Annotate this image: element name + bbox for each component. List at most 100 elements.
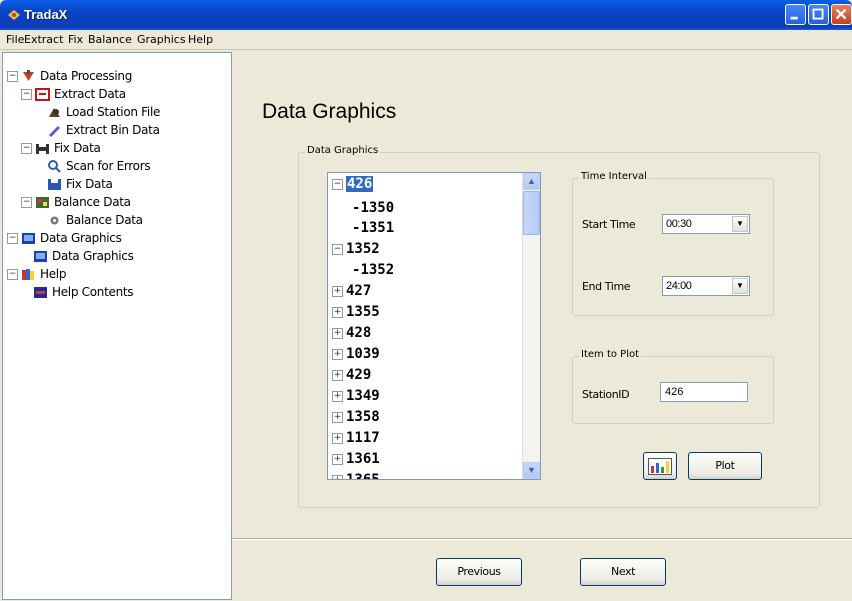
end-time-label: End Time: [582, 280, 631, 293]
expand-icon[interactable]: +: [332, 306, 343, 318]
station-tree[interactable]: −426 -1350 -1351 −1352 -1352 +427 +1355 …: [327, 172, 541, 480]
menu-extract[interactable]: Extract: [24, 33, 63, 46]
scan-errors-icon: [48, 160, 61, 173]
tree-node-label: Fix Data: [66, 177, 113, 191]
group-legend: Item to Plot: [579, 349, 642, 360]
expand-icon[interactable]: +: [332, 411, 343, 423]
expand-icon[interactable]: +: [332, 474, 343, 479]
tree-node-extract-bin-data[interactable]: Extract Bin Data: [47, 121, 160, 139]
tree-node-label: Data Graphics: [40, 231, 122, 245]
station-node[interactable]: −1352: [332, 240, 380, 258]
start-time-select[interactable]: 00:30 ▼: [662, 214, 750, 234]
station-node[interactable]: +1039: [332, 345, 380, 363]
station-node[interactable]: +1361: [332, 450, 380, 468]
menu-balance[interactable]: Balance: [88, 33, 132, 46]
menu-bar: File Extract Fix Balance Graphics Help: [0, 30, 852, 50]
tree-node-extract-data[interactable]: − Extract Data: [21, 85, 126, 103]
expand-icon[interactable]: +: [332, 348, 343, 360]
station-node[interactable]: −426: [332, 175, 374, 193]
window-title: TradaX: [24, 7, 68, 22]
collapse-icon[interactable]: −: [21, 89, 32, 100]
menu-help[interactable]: Help: [188, 33, 213, 46]
title-bar: TradaX: [0, 0, 852, 30]
tree-node-scan-for-errors[interactable]: Scan for Errors: [47, 157, 151, 175]
tree-node-label: Fix Data: [54, 141, 101, 155]
tree-node-help[interactable]: − Help: [7, 265, 66, 283]
tree-node-label: Help: [40, 267, 67, 281]
scroll-up-icon[interactable]: ▲: [523, 173, 540, 190]
tree-node-balance-data[interactable]: − Balance Data: [21, 193, 131, 211]
collapse-icon[interactable]: −: [21, 197, 32, 208]
load-station-file-icon: [49, 108, 60, 117]
tree-node-fix-data[interactable]: − Fix Data: [21, 139, 101, 157]
navigation-tree[interactable]: − Data Processing − Extract Data Load Stat…: [2, 52, 232, 600]
tree-node-label: Data Graphics: [52, 249, 134, 263]
tree-node-load-station-file[interactable]: Load Station File: [47, 103, 160, 121]
tree-node-fix-data-leaf[interactable]: Fix Data: [47, 175, 113, 193]
close-icon: [835, 8, 847, 20]
collapse-icon[interactable]: −: [7, 269, 18, 280]
station-child-node[interactable]: -1350: [352, 199, 394, 217]
extract-bin-icon: [49, 126, 60, 137]
expand-icon[interactable]: +: [332, 432, 343, 444]
station-node[interactable]: +1349: [332, 387, 380, 405]
tree-node-data-graphics[interactable]: − Data Graphics: [7, 229, 122, 247]
balance-data-gear-icon: [50, 216, 59, 225]
station-child-node[interactable]: -1352: [352, 261, 394, 279]
data-graphics-chart-icon: [34, 251, 47, 262]
collapse-icon[interactable]: −: [7, 71, 18, 82]
station-node[interactable]: +428: [332, 324, 371, 342]
end-time-select[interactable]: 24:00 ▼: [662, 276, 750, 296]
chart-preview-button[interactable]: [643, 452, 677, 480]
station-node[interactable]: +429: [332, 366, 371, 384]
minimize-button[interactable]: [785, 4, 806, 25]
station-id-input[interactable]: 426: [660, 382, 748, 402]
tree-node-label: Scan for Errors: [66, 159, 151, 173]
close-button[interactable]: [831, 4, 852, 25]
tree-node-label: Extract Bin Data: [66, 123, 160, 137]
tree-node-help-contents[interactable]: Help Contents: [33, 283, 134, 301]
page-title: Data Graphics: [262, 100, 397, 123]
maximize-button[interactable]: [808, 4, 829, 25]
expand-icon[interactable]: +: [332, 285, 343, 297]
station-node[interactable]: +427: [332, 282, 371, 300]
station-child-node[interactable]: -1351: [352, 219, 394, 237]
tree-node-label: Help Contents: [52, 285, 134, 299]
next-button[interactable]: Next: [580, 558, 666, 586]
tree-node-balance-data-leaf[interactable]: Balance Data: [47, 211, 143, 229]
collapse-icon[interactable]: −: [21, 143, 32, 154]
collapse-icon[interactable]: −: [7, 233, 18, 244]
station-node[interactable]: +1365: [332, 471, 380, 479]
menu-fix[interactable]: Fix: [68, 33, 83, 46]
menu-file[interactable]: File: [6, 33, 24, 46]
chevron-down-icon[interactable]: ▼: [732, 278, 748, 294]
menu-graphics[interactable]: Graphics: [137, 33, 186, 46]
scroll-thumb[interactable]: [523, 191, 540, 235]
previous-button[interactable]: Previous: [436, 558, 522, 586]
chevron-down-icon[interactable]: ▼: [732, 216, 748, 232]
collapse-icon[interactable]: −: [332, 178, 343, 190]
collapse-icon[interactable]: −: [332, 243, 343, 255]
start-time-label: Start Time: [582, 218, 636, 231]
tree-node-data-graphics-leaf[interactable]: Data Graphics: [33, 247, 134, 265]
help-contents-icon: [34, 287, 47, 298]
station-id-label: StationID: [582, 388, 630, 401]
station-node[interactable]: +1117: [332, 429, 380, 447]
station-node[interactable]: +1358: [332, 408, 380, 426]
scroll-down-icon[interactable]: ▼: [523, 462, 540, 479]
help-books-icon: [22, 269, 34, 280]
extract-data-icon: [35, 88, 50, 101]
expand-icon[interactable]: +: [332, 390, 343, 402]
expand-icon[interactable]: +: [332, 453, 343, 465]
tree-node-data-processing[interactable]: − Data Processing: [7, 67, 132, 85]
tree-node-label: Data Processing: [40, 69, 133, 83]
plot-button[interactable]: Plot: [688, 452, 762, 480]
station-tree-scrollbar[interactable]: ▲ ▼: [522, 173, 540, 479]
balance-data-icon: [36, 197, 49, 208]
fix-data-icon: [36, 144, 49, 154]
end-time-value: 24:00: [666, 280, 692, 292]
expand-icon[interactable]: +: [332, 369, 343, 381]
expand-icon[interactable]: +: [332, 327, 343, 339]
data-processing-icon: [23, 70, 34, 81]
station-node[interactable]: +1355: [332, 303, 380, 321]
